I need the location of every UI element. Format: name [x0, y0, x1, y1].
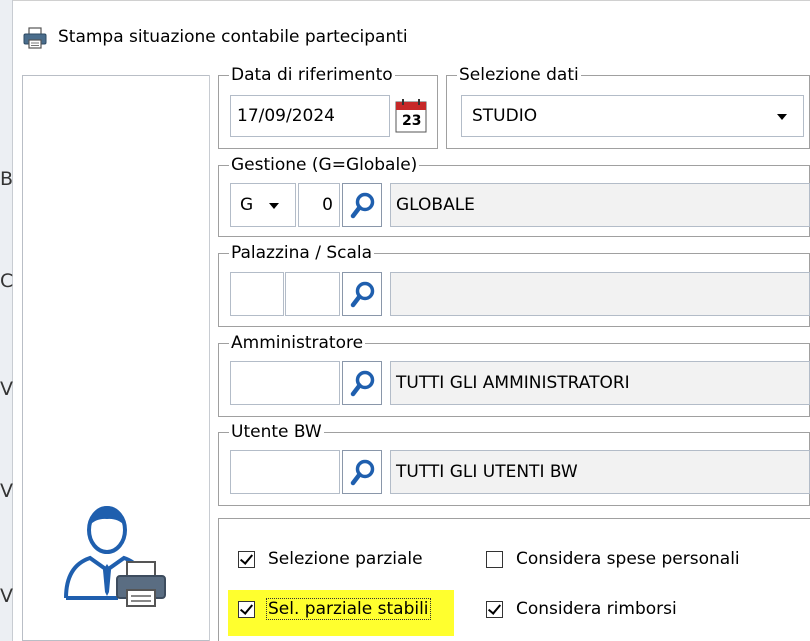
- background-char: C: [0, 270, 14, 292]
- checkbox-label: Selezione parziale: [268, 549, 423, 569]
- search-icon: [350, 459, 375, 486]
- printer-icon: [22, 26, 48, 50]
- group-label: Gestione (G=Globale): [231, 155, 418, 175]
- background-window-border: [12, 0, 13, 641]
- gestione-search-button[interactable]: [342, 183, 382, 227]
- search-icon: [350, 192, 375, 219]
- calendar-icon[interactable]: 23: [395, 96, 427, 136]
- search-icon: [350, 281, 375, 308]
- amministratore-description-field: TUTTI GLI AMMINISTRATORI: [390, 361, 810, 405]
- palazzina-description-field: [390, 272, 810, 316]
- selezione-parziale-checkbox[interactable]: Selezione parziale: [230, 545, 470, 575]
- utente-bw-code-field[interactable]: [230, 450, 340, 494]
- panel-separator: [209, 75, 210, 641]
- checkbox-box: [486, 601, 503, 618]
- search-icon: [350, 370, 375, 397]
- utente-bw-search-button[interactable]: [342, 450, 382, 494]
- selezione-dati-select[interactable]: STUDIO: [461, 95, 804, 137]
- group-label: Data di riferimento: [231, 65, 393, 85]
- gestione-description-field: GLOBALE: [390, 183, 810, 227]
- checkbox-box: [238, 601, 255, 618]
- calendar-day: 23: [402, 113, 422, 129]
- utente-bw-description-field: TUTTI GLI UTENTI BW: [390, 450, 810, 494]
- palazzina-search-button[interactable]: [342, 272, 382, 316]
- scala-code-field[interactable]: [285, 272, 340, 316]
- amministratore-description: TUTTI GLI AMMINISTRATORI: [396, 373, 630, 393]
- gestione-type-select[interactable]: G: [230, 183, 296, 227]
- selezione-dati-value: STUDIO: [472, 106, 538, 126]
- group-label: Selezione dati: [459, 65, 579, 85]
- window-top-border: [13, 0, 810, 1]
- gestione-type-value: G: [240, 195, 254, 215]
- checkbox-label: Considera spese personali: [516, 549, 740, 569]
- user-printer-icon: [60, 500, 175, 615]
- group-label: Amministratore: [231, 333, 364, 353]
- background-window-strip: [0, 0, 12, 641]
- chevron-down-icon: [777, 114, 787, 120]
- date-value: 17/09/2024: [237, 106, 335, 126]
- gestione-code-value: 0: [322, 195, 333, 215]
- palazzina-code-field[interactable]: [230, 272, 284, 316]
- chevron-down-icon: [269, 203, 279, 209]
- considera-spese-checkbox[interactable]: Considera spese personali: [478, 545, 798, 575]
- group-label: Utente BW: [231, 422, 322, 442]
- checkbox-label: Considera rimborsi: [516, 599, 677, 619]
- sel-parziale-stabili-checkbox[interactable]: Sel. parziale stabili: [230, 595, 454, 625]
- checkbox-box: [238, 551, 255, 568]
- background-char: V: [0, 585, 13, 607]
- background-char: V: [0, 480, 13, 502]
- date-field[interactable]: 17/09/2024: [230, 95, 390, 137]
- window-title: Stampa situazione contabile partecipanti: [58, 27, 408, 47]
- considera-rimborsi-checkbox[interactable]: Considera rimborsi: [478, 595, 798, 625]
- checkbox-label: Sel. parziale stabili: [266, 598, 431, 620]
- amministratore-code-field[interactable]: [230, 361, 340, 405]
- amministratore-search-button[interactable]: [342, 361, 382, 405]
- background-char: B: [0, 168, 14, 190]
- background-char: V: [0, 378, 13, 400]
- group-label: Palazzina / Scala: [231, 243, 373, 263]
- checkbox-box: [486, 551, 503, 568]
- gestione-code-field[interactable]: 0: [298, 183, 340, 227]
- utente-bw-description: TUTTI GLI UTENTI BW: [396, 462, 578, 482]
- gestione-description: GLOBALE: [396, 195, 475, 215]
